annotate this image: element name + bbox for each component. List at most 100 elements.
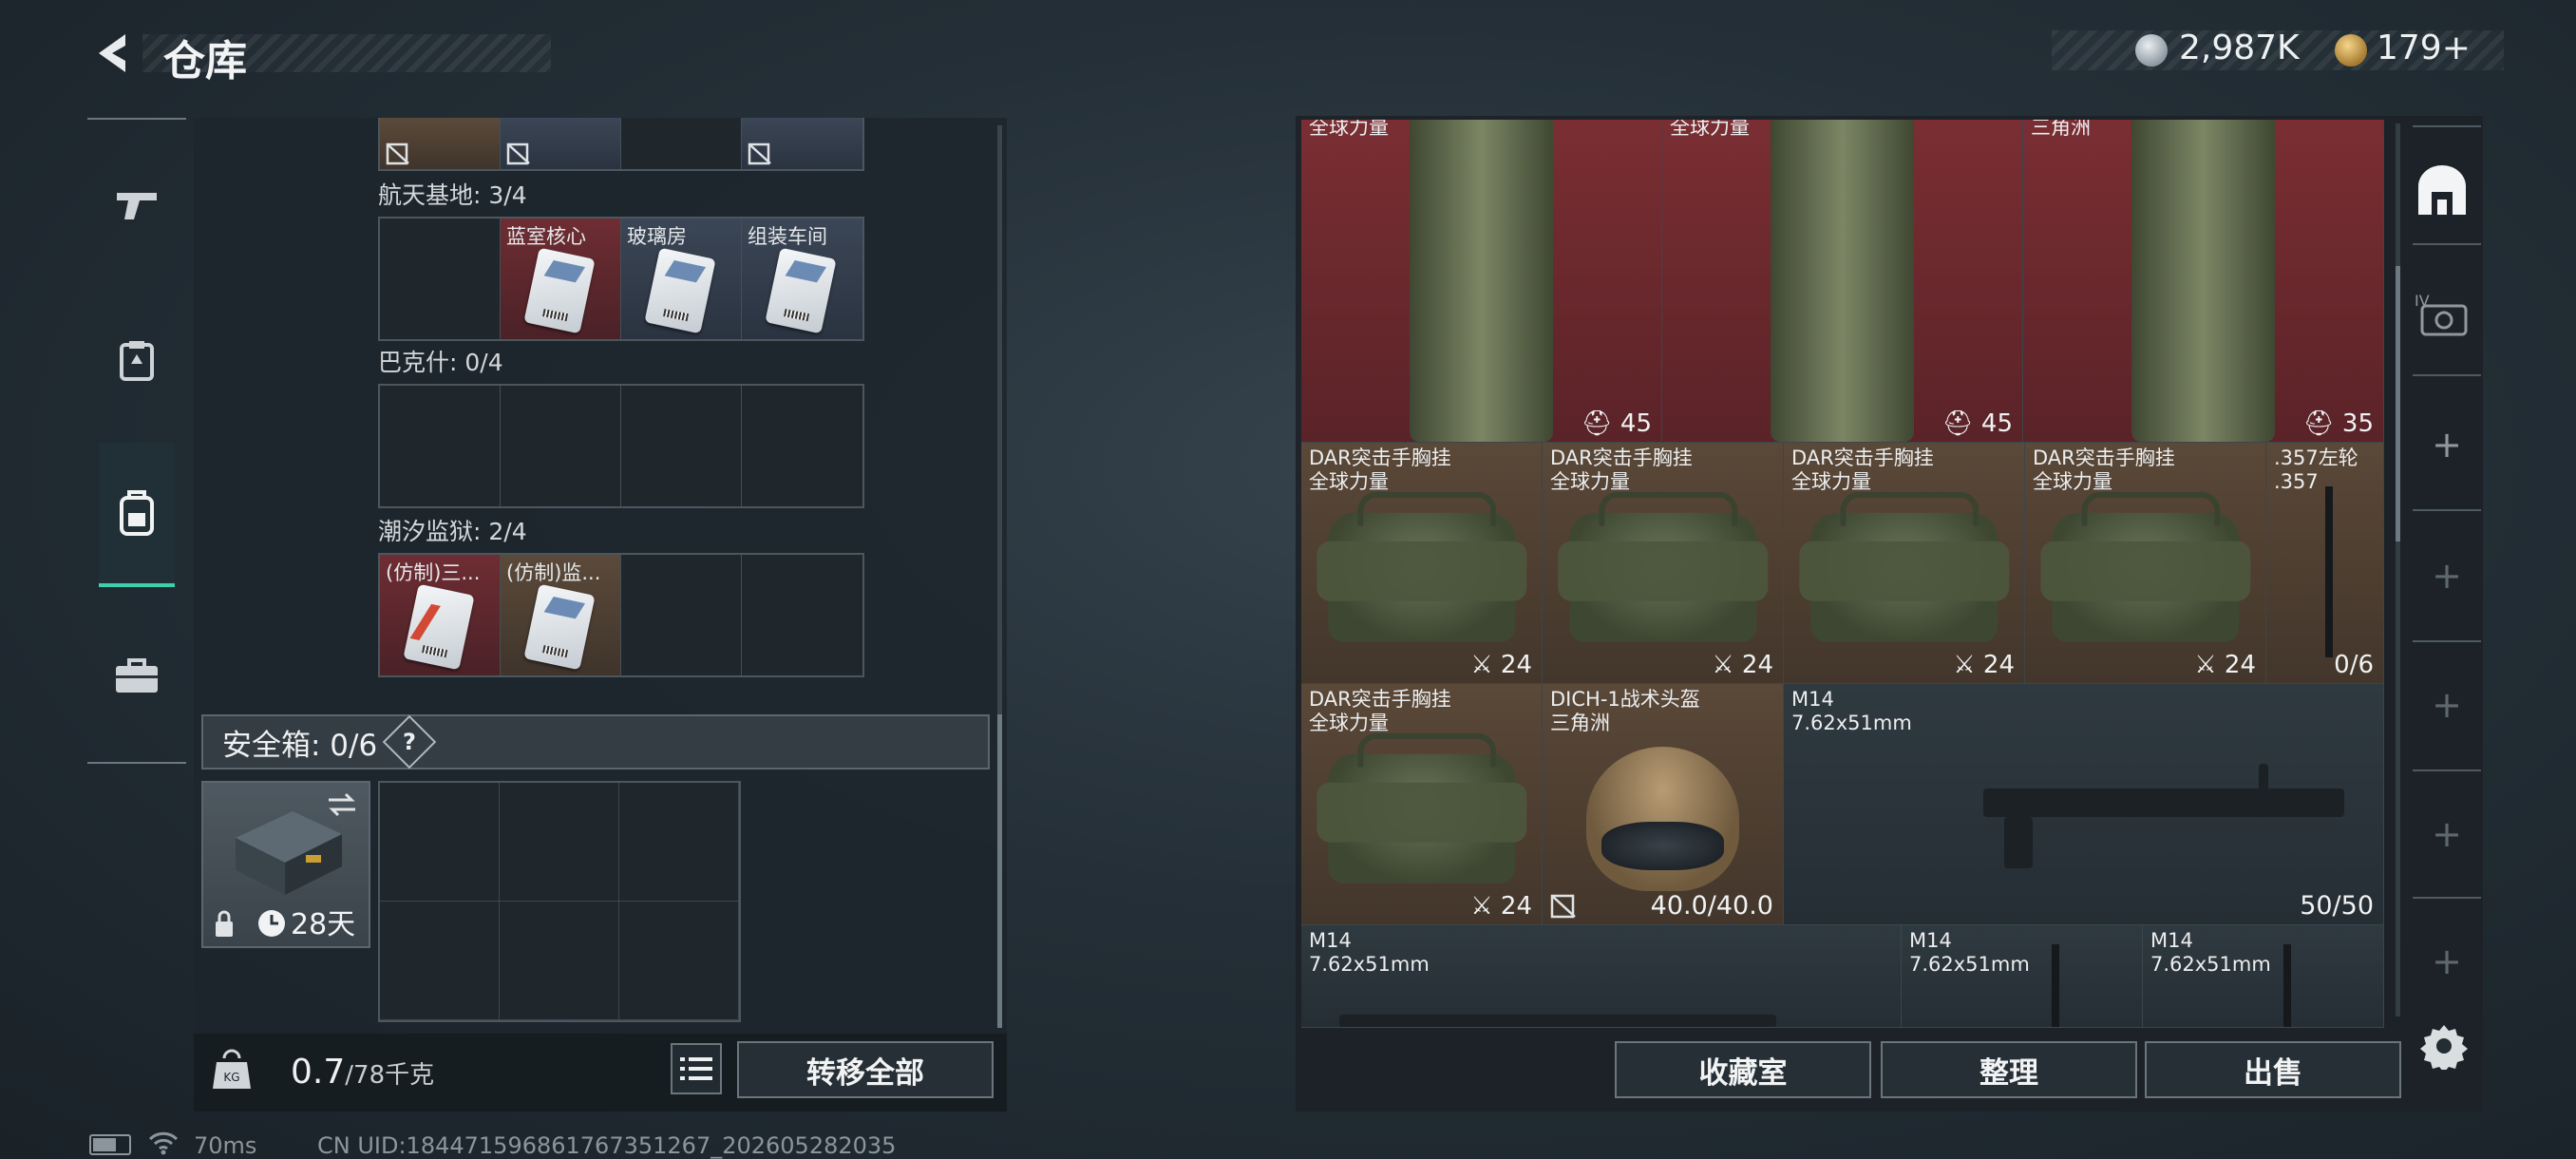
key-slot[interactable] bbox=[380, 386, 501, 506]
rnav-divider bbox=[2413, 374, 2481, 376]
key-slot[interactable] bbox=[501, 118, 621, 169]
back-arrow-icon[interactable] bbox=[87, 28, 133, 78]
item-count: ⚔ 24 bbox=[1470, 651, 1532, 679]
helmet-image bbox=[1585, 746, 1740, 891]
item-count: ⚔ 24 bbox=[1470, 892, 1532, 921]
left-scrollbar[interactable] bbox=[997, 125, 1002, 1028]
uid-text: CN UID:1844715968617673512​67_2026052820… bbox=[317, 1132, 897, 1159]
backpack-image bbox=[1770, 120, 1915, 442]
inventory-item[interactable]: .357左轮 .357 0/6 bbox=[2266, 443, 2384, 684]
inventory-item[interactable]: DAR突击手胸挂 全球力量 ⚔ 24 bbox=[1784, 443, 2025, 684]
rifle-sight bbox=[2259, 764, 2268, 792]
revolver-image bbox=[2325, 486, 2333, 657]
battery-icon bbox=[89, 1134, 131, 1155]
key-grid: (仿制)三... (仿制)监... bbox=[378, 553, 864, 677]
key-slot[interactable]: 蓝室核心 bbox=[501, 218, 621, 339]
rnav-divider bbox=[2413, 770, 2481, 771]
item-count: ⛑ 45 bbox=[1581, 409, 1652, 438]
chest-rig-image bbox=[1798, 491, 2010, 642]
key-slot[interactable]: 组装车间 bbox=[742, 218, 862, 339]
keycard-image bbox=[523, 247, 596, 334]
safe-slot[interactable] bbox=[380, 902, 500, 1020]
key-slot[interactable] bbox=[621, 555, 742, 675]
right-scrollbar[interactable] bbox=[2396, 124, 2400, 1016]
key-slot[interactable] bbox=[742, 118, 862, 169]
key-slot[interactable] bbox=[742, 386, 862, 506]
list-view-button[interactable] bbox=[671, 1043, 722, 1094]
inventory-item[interactable]: DAR突击手胸挂 全球力量 ⚔ 24 bbox=[1543, 443, 1784, 684]
rifle-magazine bbox=[2004, 817, 2033, 868]
safe-slot[interactable] bbox=[380, 783, 500, 902]
ping-text: 70ms bbox=[194, 1132, 257, 1159]
inventory-item[interactable]: 全球力量 ⛑ 45 bbox=[1662, 120, 2023, 443]
key-slot[interactable]: 玻璃房 bbox=[621, 218, 742, 339]
key-slot[interactable]: (仿制)三... bbox=[380, 555, 501, 675]
inventory-item[interactable]: DAR突击手胸挂 全球力量 ⚔ 24 bbox=[1301, 443, 1543, 684]
transfer-all-button[interactable]: 转移全部 bbox=[737, 1041, 994, 1098]
nav-divider bbox=[87, 118, 186, 120]
inventory-item[interactable]: 三角洲 ⛑ 35 bbox=[2023, 120, 2384, 443]
key-slot[interactable] bbox=[380, 118, 501, 169]
collection-room-button[interactable]: 收藏室 bbox=[1615, 1041, 1871, 1098]
no-insure-icon bbox=[506, 142, 530, 165]
key-name: 蓝室核心 bbox=[506, 225, 586, 248]
safe-box-item[interactable]: 28天 bbox=[201, 781, 370, 948]
add-slot-plus-icon[interactable]: + bbox=[2426, 684, 2468, 726]
key-slot[interactable] bbox=[501, 386, 621, 506]
inventory-item[interactable]: M14 7.62x51mm bbox=[1902, 925, 2143, 1028]
ticket-icon[interactable]: IV bbox=[2415, 291, 2470, 342]
add-slot-plus-icon[interactable]: + bbox=[2426, 813, 2468, 855]
weight-icon: KG bbox=[211, 1047, 253, 1092]
keycard-image bbox=[523, 583, 596, 671]
inventory-item[interactable]: DAR突击手胸挂 全球力量 ⚔ 24 bbox=[1301, 684, 1543, 925]
no-insure-icon bbox=[386, 142, 409, 165]
nav-gun-tab[interactable] bbox=[87, 133, 186, 276]
vault-icon[interactable] bbox=[2415, 163, 2470, 218]
key-slot[interactable] bbox=[742, 555, 862, 675]
add-slot-plus-icon[interactable]: + bbox=[2426, 424, 2468, 466]
chest-rig-image bbox=[1557, 491, 1769, 642]
rnav-divider bbox=[2413, 640, 2481, 642]
gold-currency-value[interactable]: 179+ bbox=[2377, 28, 2471, 67]
inventory-item[interactable]: M14 7.62x51mm bbox=[1301, 925, 1902, 1028]
silver-coin-icon bbox=[2135, 34, 2168, 66]
key-slot[interactable]: (仿制)监... bbox=[501, 555, 621, 675]
safe-slot[interactable] bbox=[619, 783, 739, 902]
safe-slot[interactable] bbox=[619, 902, 739, 1020]
inventory-item[interactable]: DAR突击手胸挂 全球力量 ⚔ 24 bbox=[2025, 443, 2266, 684]
sell-button[interactable]: 出售 bbox=[2145, 1041, 2401, 1098]
sort-button[interactable]: 整理 bbox=[1881, 1041, 2137, 1098]
inventory-item[interactable]: M14 7.62x51mm 50/50 bbox=[1784, 684, 2384, 925]
backpack-image bbox=[1409, 120, 1554, 442]
no-insure-icon bbox=[1550, 894, 1576, 919]
key-slot[interactable] bbox=[621, 118, 742, 169]
add-slot-plus-icon[interactable]: + bbox=[2426, 940, 2468, 982]
key-slot[interactable] bbox=[621, 386, 742, 506]
item-count: ⛑ 45 bbox=[1941, 409, 2013, 438]
inventory-item[interactable]: 全球力量 ⛑ 45 bbox=[1301, 120, 1662, 443]
inventory-item[interactable]: DICH-1战术头盔 三角洲 40.0/40.0 bbox=[1543, 684, 1784, 925]
safe-slot[interactable] bbox=[500, 902, 619, 1020]
key-name: (仿制)三... bbox=[386, 561, 481, 584]
key-grid: 蓝室核心 玻璃房 组装车间 bbox=[378, 217, 864, 341]
add-slot-plus-icon[interactable]: + bbox=[2426, 555, 2468, 597]
backpack-icon bbox=[120, 490, 154, 536]
gear-icon[interactable] bbox=[2420, 1022, 2468, 1073]
item-count: ⚔ 24 bbox=[1953, 651, 2015, 679]
safe-slot[interactable] bbox=[500, 783, 619, 902]
rifle-image bbox=[2283, 944, 2291, 1027]
gold-coin-icon bbox=[2335, 34, 2367, 66]
nav-backpack-tab[interactable] bbox=[99, 443, 175, 587]
item-count: ⚔ 24 bbox=[1712, 651, 1773, 679]
nav-briefcase-tab[interactable] bbox=[87, 604, 186, 747]
key-grid bbox=[378, 384, 864, 508]
keycard-image bbox=[644, 247, 716, 334]
nav-armor-tab[interactable] bbox=[87, 289, 186, 431]
inventory-item[interactable]: M14 7.62x51mm bbox=[2143, 925, 2384, 1028]
swap-icon[interactable] bbox=[325, 790, 359, 819]
key-slot[interactable] bbox=[380, 218, 501, 339]
help-icon[interactable]: ? bbox=[382, 714, 437, 770]
rifle-image bbox=[1983, 788, 2344, 817]
silver-currency-value: 2,987K bbox=[2179, 28, 2300, 67]
keycard-image bbox=[403, 583, 475, 671]
